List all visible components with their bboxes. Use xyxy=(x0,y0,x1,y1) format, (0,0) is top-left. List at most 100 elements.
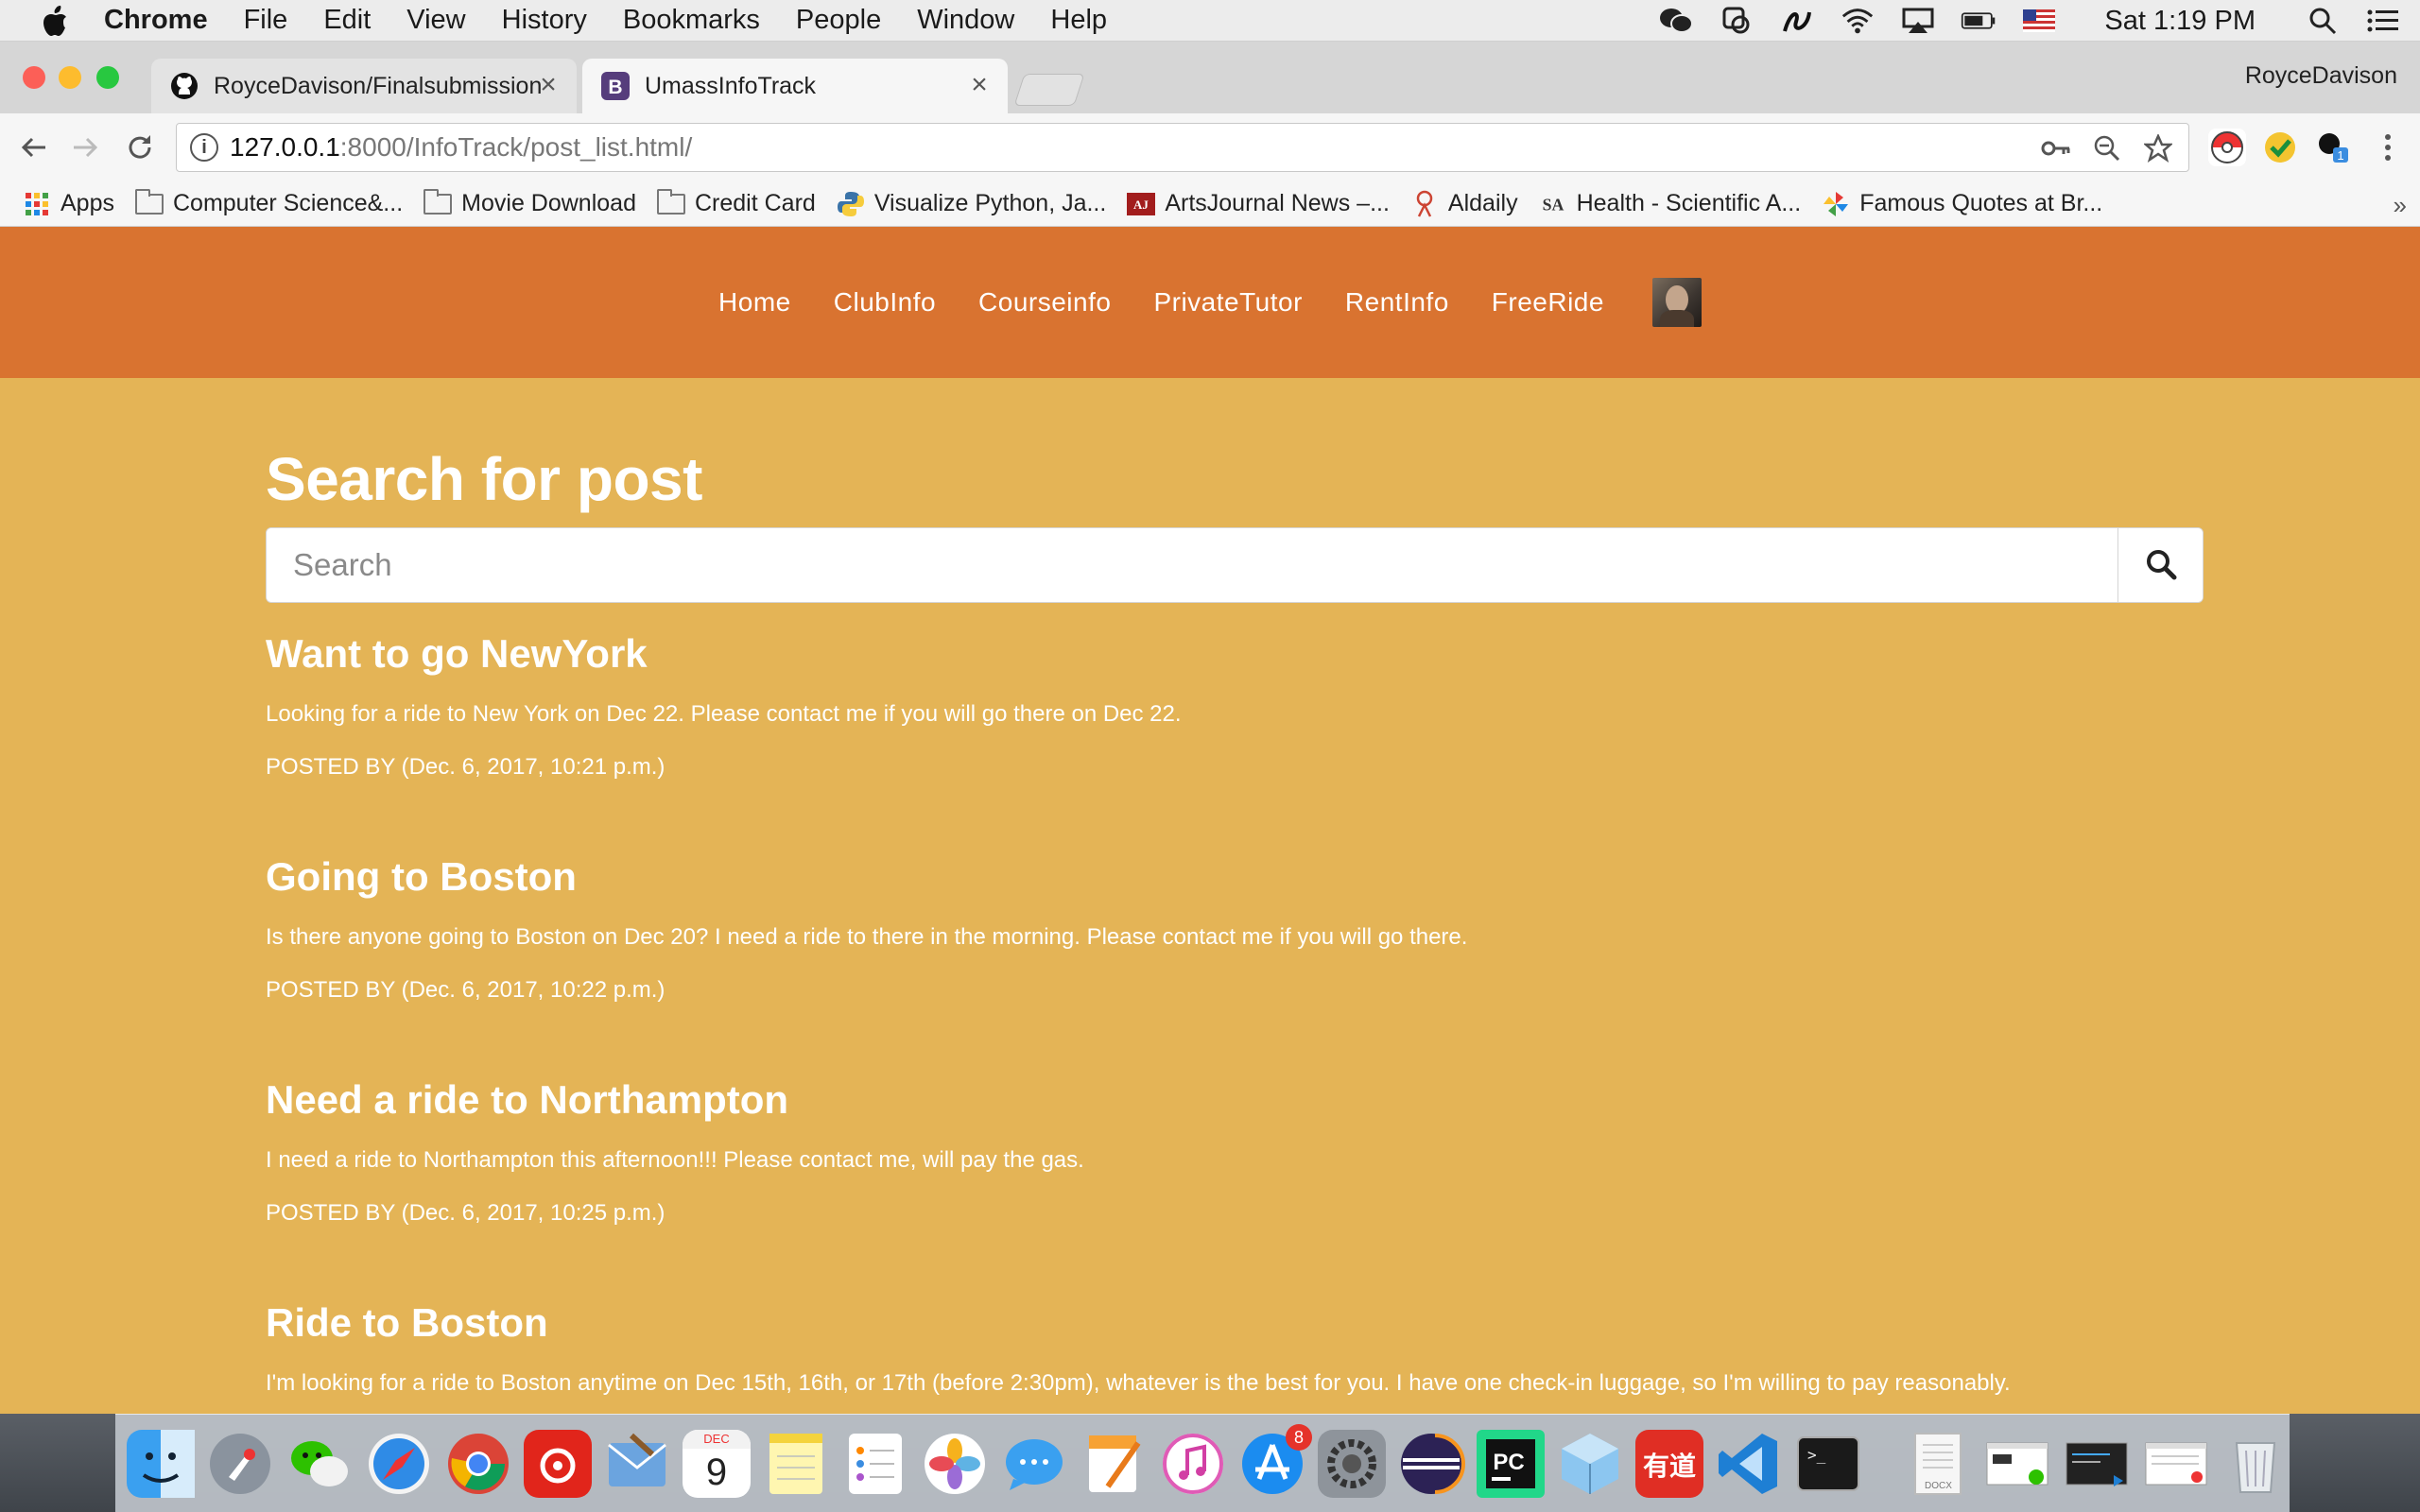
messages-icon[interactable] xyxy=(1000,1430,1068,1498)
web-page: Home ClubInfo Courseinfo PrivateTutor Re… xyxy=(0,227,2420,1414)
tab-github[interactable]: RoyceDavison/Finalsubmission × xyxy=(151,59,577,113)
folder-icon xyxy=(656,188,685,216)
new-tab-button[interactable] xyxy=(1013,74,1085,106)
search-button[interactable] xyxy=(2118,528,2203,602)
safari-icon[interactable] xyxy=(365,1430,433,1498)
window-zoom-button[interactable] xyxy=(96,66,119,89)
bookmark-aldaily[interactable]: Aldaily xyxy=(1410,190,1518,217)
extension-checkmark-icon[interactable] xyxy=(2261,129,2299,166)
page-title: Search for post xyxy=(266,445,702,513)
photos-icon[interactable] xyxy=(921,1430,989,1498)
window-thumbnail-icon[interactable] xyxy=(2142,1430,2210,1498)
menu-file[interactable]: File xyxy=(244,5,288,36)
nav-privatetutor[interactable]: PrivateTutor xyxy=(1153,287,1302,318)
bookmark-movie-download[interactable]: Movie Download xyxy=(424,188,636,217)
launchpad-icon[interactable] xyxy=(206,1430,274,1498)
bookmark-famous-quotes[interactable]: Famous Quotes at Br... xyxy=(1822,190,2102,217)
virtualbox-icon[interactable] xyxy=(1556,1430,1624,1498)
tab-close-icon[interactable]: × xyxy=(966,71,993,99)
menu-window[interactable]: Window xyxy=(917,5,1014,36)
bookmark-star-icon[interactable] xyxy=(2141,131,2175,165)
extension-pokeball-icon[interactable] xyxy=(2208,129,2246,166)
app-store-icon[interactable]: 8 xyxy=(1238,1423,1312,1498)
menu-bookmarks[interactable]: Bookmarks xyxy=(623,5,760,36)
nav-courseinfo[interactable]: Courseinfo xyxy=(978,287,1111,318)
bookmark-credit-card[interactable]: Credit Card xyxy=(656,188,816,217)
menu-help[interactable]: Help xyxy=(1050,5,1107,36)
bookmark-visualize-python[interactable]: Visualize Python, Ja... xyxy=(837,190,1107,217)
notification-center-icon[interactable] xyxy=(2365,7,2401,35)
tab-title: UmassInfoTrack xyxy=(645,72,817,99)
document-icon[interactable]: DOCX xyxy=(1904,1430,1972,1498)
reload-button[interactable] xyxy=(119,127,161,168)
wifi-icon[interactable] xyxy=(1840,7,1876,35)
vscode-icon[interactable] xyxy=(1715,1430,1783,1498)
apple-menu-icon[interactable] xyxy=(36,2,74,40)
user-avatar[interactable] xyxy=(1651,278,1702,327)
key-icon[interactable] xyxy=(2039,131,2073,165)
bookmarks-overflow-button[interactable]: » xyxy=(2394,191,2407,220)
chrome-icon[interactable] xyxy=(444,1430,512,1498)
post-title[interactable]: Going to Boston xyxy=(266,854,2204,900)
wechat-icon[interactable] xyxy=(285,1430,354,1498)
nav-clubinfo[interactable]: ClubInfo xyxy=(834,287,936,318)
terminal-icon[interactable]: >_ xyxy=(1794,1430,1862,1498)
nav-freeride[interactable]: FreeRide xyxy=(1492,287,1604,318)
calendar-icon[interactable]: DEC 9 xyxy=(683,1429,751,1498)
bookmark-computer-science[interactable]: Computer Science&... xyxy=(134,188,403,217)
itunes-icon[interactable] xyxy=(1159,1430,1227,1498)
finder-icon[interactable] xyxy=(127,1429,195,1498)
bookmark-apps[interactable]: Apps xyxy=(23,190,114,217)
tab-close-icon[interactable]: × xyxy=(535,71,562,99)
notes-icon[interactable] xyxy=(762,1430,830,1498)
svg-text:B: B xyxy=(608,77,622,98)
chrome-menu-icon[interactable] xyxy=(2367,127,2409,168)
window-close-button[interactable] xyxy=(23,66,45,89)
youdao-icon[interactable]: 有道 xyxy=(1635,1429,1703,1498)
chrome-profile-name[interactable]: RoyceDavison xyxy=(2245,62,2397,90)
zoom-out-icon[interactable] xyxy=(2090,131,2124,165)
menu-edit[interactable]: Edit xyxy=(323,5,371,36)
script-icon[interactable] xyxy=(1779,7,1815,35)
bookmark-health-scientific[interactable]: SA Health - Scientific A... xyxy=(1539,190,1802,217)
search-input[interactable] xyxy=(267,528,2118,602)
post-title[interactable]: Need a ride to Northampton xyxy=(266,1077,2204,1123)
nav-rentinfo[interactable]: RentInfo xyxy=(1345,287,1449,318)
address-bar[interactable]: i 127.0.0.1:8000/InfoTrack/post_list.htm… xyxy=(176,123,2189,172)
bookmark-label: Health - Scientific A... xyxy=(1576,190,1802,216)
trash-icon[interactable] xyxy=(2221,1430,2290,1498)
mail-icon[interactable] xyxy=(603,1430,671,1498)
bookmark-label: Movie Download xyxy=(461,190,636,216)
menu-people[interactable]: People xyxy=(796,5,881,36)
qq-icon[interactable] xyxy=(1719,7,1754,35)
post-title[interactable]: Want to go NewYork xyxy=(266,631,2204,677)
pinwheel-icon xyxy=(1822,191,1850,216)
bookmark-label: Visualize Python, Ja... xyxy=(873,190,1107,216)
back-button[interactable] xyxy=(13,127,55,168)
window-thumbnail-icon[interactable] xyxy=(2063,1430,2131,1498)
site-info-icon[interactable]: i xyxy=(190,133,218,162)
pycharm-icon[interactable]: PC xyxy=(1477,1429,1545,1498)
us-flag-icon[interactable] xyxy=(2021,7,2057,35)
menu-bar-clock[interactable]: Sat 1:19 PM xyxy=(2104,6,2256,37)
reminders-icon[interactable] xyxy=(841,1430,909,1498)
eclipse-icon[interactable] xyxy=(1397,1430,1465,1498)
battery-icon[interactable] xyxy=(1961,7,1996,35)
spotlight-search-icon[interactable] xyxy=(2305,7,2341,35)
menu-history[interactable]: History xyxy=(502,5,587,36)
window-minimize-button[interactable] xyxy=(59,66,81,89)
window-thumbnail-icon[interactable] xyxy=(1983,1430,2051,1498)
airplay-icon[interactable] xyxy=(1900,7,1936,35)
wechat-icon[interactable] xyxy=(1658,7,1694,35)
forward-button[interactable] xyxy=(64,127,106,168)
menu-view[interactable]: View xyxy=(406,5,465,36)
tab-umassinfotrack[interactable]: B UmassInfoTrack × xyxy=(582,59,1008,113)
nav-home[interactable]: Home xyxy=(718,287,791,318)
app-menu-chrome[interactable]: Chrome xyxy=(104,5,208,36)
netease-music-icon[interactable] xyxy=(524,1429,592,1498)
post-title[interactable]: Ride to Boston xyxy=(266,1300,2204,1346)
system-preferences-icon[interactable] xyxy=(1318,1429,1386,1498)
extension-badge-icon[interactable]: 1 xyxy=(2314,129,2352,166)
bookmark-artsjournal[interactable]: AJ ArtsJournal News –... xyxy=(1127,190,1390,217)
pages-icon[interactable] xyxy=(1080,1430,1148,1498)
